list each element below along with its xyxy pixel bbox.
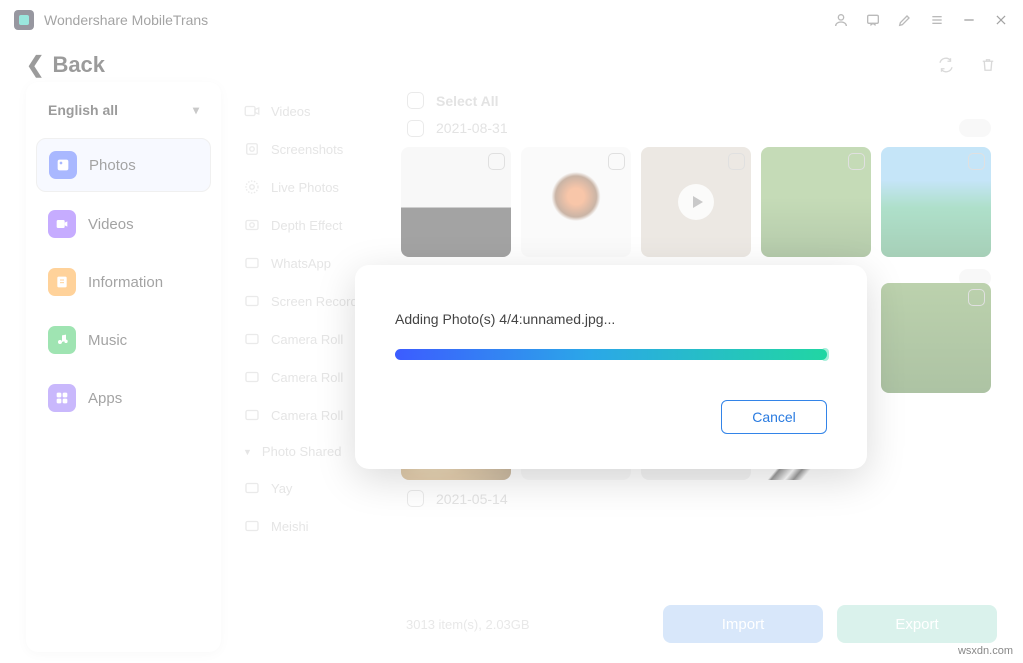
watermark: wsxdn.com: [958, 645, 1013, 657]
back-button[interactable]: ❮ Back: [26, 52, 105, 78]
thumb-checkbox[interactable]: [488, 153, 505, 170]
date-group-checkbox[interactable]: [407, 490, 424, 507]
progress-modal: Adding Photo(s) 4/4:unnamed.jpg... Cance…: [355, 265, 867, 469]
back-label: Back: [52, 52, 105, 78]
group-count-pill: [959, 119, 991, 137]
menu-icon[interactable]: [929, 12, 945, 28]
thumb-checkbox[interactable]: [968, 289, 985, 306]
progress-bar: [395, 349, 827, 360]
category-label: Live Photos: [271, 180, 339, 195]
chevron-left-icon: ❮: [26, 52, 44, 78]
category-meishi[interactable]: Meishi: [239, 507, 401, 545]
apps-icon: [48, 384, 76, 412]
bottom-bar: 3013 item(s), 2.03GB Import Export: [406, 605, 997, 643]
category-label: Videos: [271, 104, 311, 119]
sidebar: English all ▾ Photos Videos Information …: [26, 82, 221, 652]
refresh-icon[interactable]: [937, 56, 955, 74]
play-icon: [678, 184, 714, 220]
edit-icon[interactable]: [897, 12, 913, 28]
caret-down-icon: ▼: [243, 447, 252, 457]
videos-icon: [48, 210, 76, 238]
thumbnail-row: [401, 147, 991, 257]
photo-thumbnail[interactable]: [521, 147, 631, 257]
category-videos[interactable]: Videos: [239, 92, 401, 130]
language-dropdown[interactable]: English all ▾: [36, 92, 211, 128]
category-label: Camera Roll: [271, 408, 343, 423]
sidebar-item-apps[interactable]: Apps: [36, 372, 211, 424]
category-label: Camera Roll: [271, 332, 343, 347]
sidebar-item-videos[interactable]: Videos: [36, 198, 211, 250]
app-logo-icon: [14, 10, 34, 30]
thumb-checkbox[interactable]: [968, 153, 985, 170]
export-button[interactable]: Export: [837, 605, 997, 643]
date-group-checkbox[interactable]: [407, 120, 424, 137]
import-label: Import: [722, 616, 765, 633]
photo-thumbnail[interactable]: [881, 283, 991, 393]
photo-thumbnail[interactable]: [401, 147, 511, 257]
category-label: WhatsApp: [271, 256, 331, 271]
date-group-row: 2021-08-31: [401, 119, 991, 137]
select-all-label: Select All: [436, 93, 499, 109]
category-label: Camera Roll: [271, 370, 343, 385]
select-all-row: Select All: [401, 92, 991, 109]
navigation-bar: ❮ Back: [0, 40, 1023, 82]
category-label: Photo Shared: [262, 444, 342, 459]
sidebar-item-label: Videos: [88, 216, 134, 233]
close-button[interactable]: [993, 12, 1009, 28]
user-icon[interactable]: [833, 12, 849, 28]
minimize-button[interactable]: [961, 12, 977, 28]
items-summary: 3013 item(s), 2.03GB: [406, 617, 649, 632]
sidebar-item-label: Music: [88, 332, 127, 349]
category-live-photos[interactable]: Live Photos: [239, 168, 401, 206]
category-label: Screenshots: [271, 142, 343, 157]
progress-message: Adding Photo(s) 4/4:unnamed.jpg...: [395, 311, 827, 327]
category-yay[interactable]: Yay: [239, 469, 401, 507]
photo-thumbnail[interactable]: [881, 147, 991, 257]
thumb-checkbox[interactable]: [608, 153, 625, 170]
date-group-row: 2021-05-14: [401, 490, 991, 507]
category-label: Depth Effect: [271, 218, 342, 233]
sidebar-item-information[interactable]: Information: [36, 256, 211, 308]
feedback-icon[interactable]: [865, 12, 881, 28]
thumb-checkbox[interactable]: [848, 153, 865, 170]
photos-icon: [49, 151, 77, 179]
category-label: Yay: [271, 481, 292, 496]
dropdown-label: English all: [48, 102, 118, 118]
cancel-button[interactable]: Cancel: [721, 400, 827, 434]
category-screenshots[interactable]: Screenshots: [239, 130, 401, 168]
titlebar: Wondershare MobileTrans: [0, 0, 1023, 40]
cancel-label: Cancel: [752, 409, 796, 425]
chevron-down-icon: ▾: [193, 103, 199, 117]
app-title: Wondershare MobileTrans: [44, 12, 208, 28]
thumb-checkbox[interactable]: [728, 153, 745, 170]
select-all-checkbox[interactable]: [407, 92, 424, 109]
export-label: Export: [895, 616, 938, 633]
delete-icon[interactable]: [979, 56, 997, 74]
video-thumbnail[interactable]: [641, 147, 751, 257]
sidebar-item-label: Photos: [89, 157, 136, 174]
import-button[interactable]: Import: [663, 605, 823, 643]
sidebar-item-label: Information: [88, 274, 163, 291]
sidebar-item-music[interactable]: Music: [36, 314, 211, 366]
date-group-label: 2021-05-14: [436, 491, 508, 507]
sidebar-item-photos[interactable]: Photos: [36, 138, 211, 192]
sidebar-item-label: Apps: [88, 390, 122, 407]
information-icon: [48, 268, 76, 296]
category-label: Meishi: [271, 519, 309, 534]
category-depth-effect[interactable]: Depth Effect: [239, 206, 401, 244]
photo-thumbnail[interactable]: [761, 147, 871, 257]
date-group-label: 2021-08-31: [436, 120, 508, 136]
music-icon: [48, 326, 76, 354]
